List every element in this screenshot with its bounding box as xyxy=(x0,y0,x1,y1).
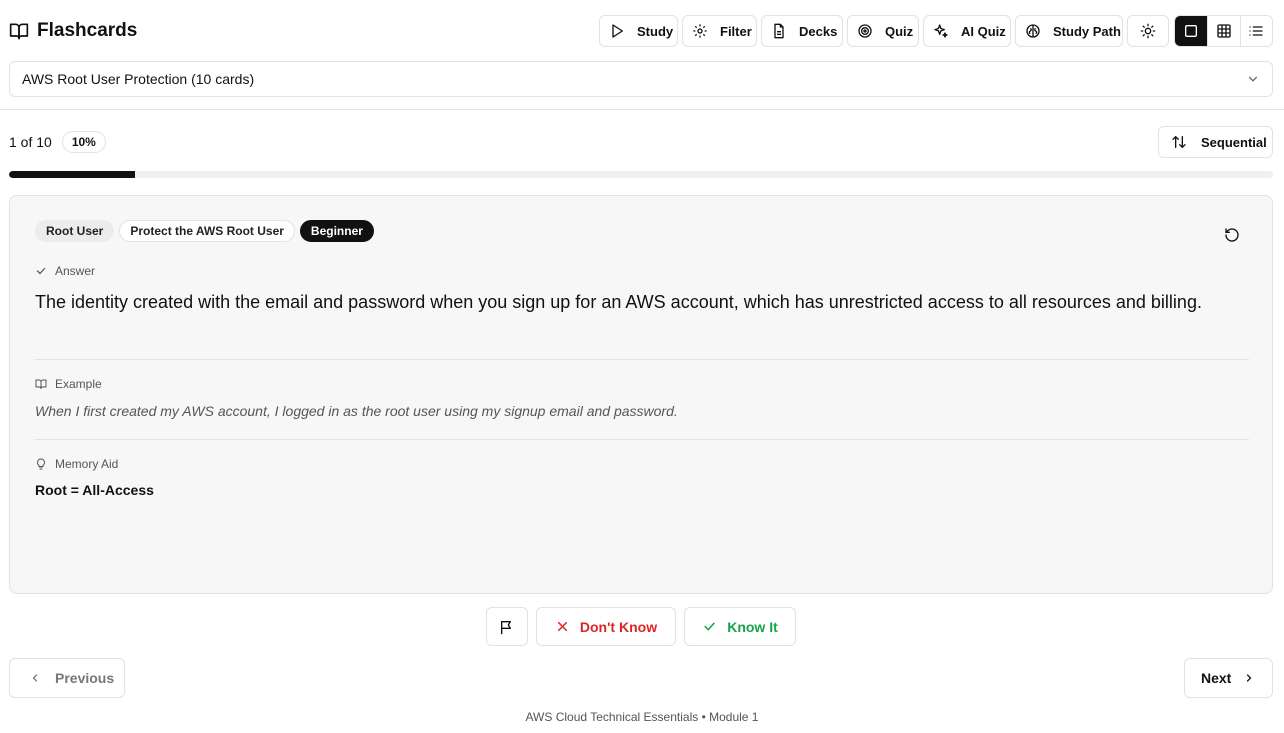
next-button[interactable]: Next xyxy=(1184,658,1273,698)
decks-button-label: Decks xyxy=(799,23,838,39)
dont-know-label: Don't Know xyxy=(579,618,658,635)
x-icon xyxy=(555,619,570,634)
grid-icon xyxy=(1216,23,1232,39)
sparkles-icon xyxy=(933,23,949,39)
percent-badge: 10% xyxy=(61,131,106,153)
flag-button[interactable] xyxy=(486,607,528,646)
quiz-button[interactable]: Quiz xyxy=(847,15,919,47)
top-bar: Flashcards Study Filter Decks Quiz AI Qu… xyxy=(0,0,1284,110)
tag-list: Root User Protect the AWS Root User Begi… xyxy=(35,220,374,242)
progress-bar xyxy=(9,171,1273,178)
filter-button-label: Filter xyxy=(720,23,752,39)
filter-button[interactable]: Filter xyxy=(682,15,757,47)
list-icon xyxy=(1248,23,1264,39)
book-open-icon xyxy=(35,378,47,390)
flashcard[interactable]: Root User Protect the AWS Root User Begi… xyxy=(9,195,1273,594)
know-it-button[interactable]: Know It xyxy=(684,607,796,646)
study-button-label: Study xyxy=(637,23,674,39)
single-card-view-button[interactable] xyxy=(1175,16,1208,46)
previous-label: Previous xyxy=(55,670,115,686)
example-label: Example xyxy=(55,377,102,391)
memory-aid-label: Memory Aid xyxy=(55,457,119,471)
brand: Flashcards xyxy=(9,19,137,43)
answer-label: Answer xyxy=(55,264,96,278)
progress-bar-fill xyxy=(9,171,136,178)
chevron-right-icon xyxy=(1243,672,1255,684)
sun-icon xyxy=(1140,23,1156,39)
chevron-left-icon xyxy=(29,672,41,684)
sort-order-button[interactable]: Sequential xyxy=(1158,126,1273,158)
check-icon xyxy=(35,265,47,277)
difficulty-tag: Beginner xyxy=(299,220,374,242)
play-icon xyxy=(609,23,625,39)
divider xyxy=(35,359,1249,360)
deck-select-value: AWS Root User Protection (10 cards) xyxy=(22,71,255,87)
sort-arrows-icon xyxy=(1171,134,1187,150)
ai-quiz-button[interactable]: AI Quiz xyxy=(923,15,1011,47)
dont-know-button[interactable]: Don't Know xyxy=(536,607,676,646)
example-section-label: Example xyxy=(35,377,102,391)
next-label: Next xyxy=(1201,670,1232,686)
view-mode-toggle xyxy=(1174,15,1273,47)
brain-icon xyxy=(1025,23,1041,39)
deck-select[interactable]: AWS Root User Protection (10 cards) xyxy=(9,61,1273,97)
memory-section-label: Memory Aid xyxy=(35,457,118,471)
app-title: Flashcards xyxy=(37,20,138,41)
lightbulb-icon xyxy=(35,458,47,470)
example-text: When I first created my AWS account, I l… xyxy=(35,403,678,419)
topic-tag: Protect the AWS Root User xyxy=(119,220,295,242)
study-button[interactable]: Study xyxy=(599,15,678,47)
answer-section-label: Answer xyxy=(35,264,95,278)
progress-counter: 1 of 10 10% xyxy=(9,131,106,153)
card-counter: 1 of 10 xyxy=(9,134,52,150)
list-view-button[interactable] xyxy=(1239,16,1272,46)
previous-button[interactable]: Previous xyxy=(9,658,125,698)
footer-text: AWS Cloud Technical Essentials • Module … xyxy=(525,710,759,724)
rotate-ccw-icon xyxy=(1224,227,1240,243)
chevron-down-icon xyxy=(1246,72,1260,86)
answer-text: The identity created with the email and … xyxy=(35,292,1202,312)
book-open-icon xyxy=(9,21,29,41)
study-path-button[interactable]: Study Path xyxy=(1015,15,1123,47)
sort-order-label: Sequential xyxy=(1201,134,1267,150)
category-tag: Root User xyxy=(35,220,115,242)
file-icon xyxy=(771,23,787,39)
ai-quiz-button-label: AI Quiz xyxy=(961,23,1006,39)
quiz-button-label: Quiz xyxy=(885,23,914,39)
flag-icon xyxy=(499,619,515,635)
divider xyxy=(35,439,1249,440)
theme-toggle-button[interactable] xyxy=(1127,15,1169,47)
decks-button[interactable]: Decks xyxy=(761,15,843,47)
check-icon xyxy=(702,619,717,634)
memory-aid-text: Root = All-Access xyxy=(35,482,154,498)
know-it-label: Know It xyxy=(727,618,778,635)
gear-icon xyxy=(692,23,708,39)
square-icon xyxy=(1183,23,1199,39)
flip-card-button[interactable] xyxy=(1224,227,1240,243)
grid-view-button[interactable] xyxy=(1207,16,1239,46)
study-path-button-label: Study Path xyxy=(1053,23,1121,39)
target-icon xyxy=(857,23,873,39)
